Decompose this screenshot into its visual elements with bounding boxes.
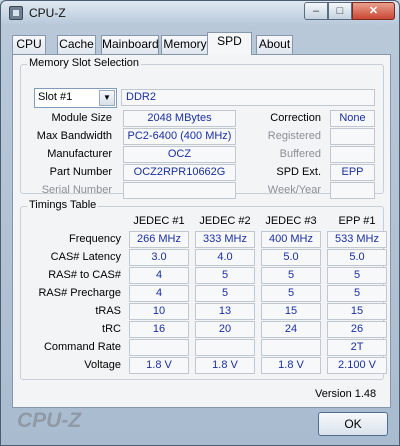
timing-value-cell: 400 MHz	[261, 231, 321, 248]
timing-value-cell: 4	[129, 267, 189, 284]
week-year-value	[330, 182, 375, 199]
timing-value-cell: 5	[195, 285, 255, 302]
timing-value-cell: 4.0	[195, 249, 255, 266]
module-size-label: Module Size	[51, 112, 112, 124]
memory-slot-legend: Memory Slot Selection	[27, 57, 142, 69]
timing-value-cell: 24	[261, 321, 321, 338]
maximize-button[interactable]: □	[328, 2, 352, 20]
timing-row-label: Command Rate	[43, 341, 121, 353]
timing-row-label: Frequency	[69, 233, 121, 245]
memory-slot-group: Memory Slot Selection Slot #1 ▼ DDR2 Mod…	[20, 57, 384, 199]
memory-type-value: DDR2	[121, 89, 375, 106]
registered-value	[330, 128, 375, 145]
timing-row-label: RAS# to CAS#	[48, 269, 121, 281]
part-number-label: Part Number	[49, 166, 112, 178]
module-size-value: 2048 MBytes	[123, 110, 236, 127]
buffered-value	[330, 146, 375, 163]
timing-value-cell: 2.100 V	[327, 357, 387, 374]
registered-label: Registered	[267, 130, 321, 142]
timing-value-cell: 5	[327, 285, 387, 302]
version-label: Version 1.48	[315, 388, 377, 400]
timing-value-cell: 15	[261, 303, 321, 320]
timing-value-cell: 5	[261, 285, 321, 302]
cpuz-window: CPU-Z – □ ✕ CPU Cache Mainboard Memory S…	[0, 0, 400, 446]
tab-cache[interactable]: Cache	[57, 35, 96, 54]
timing-value-cell: 5.0	[327, 249, 387, 266]
timing-value-cell: 26	[327, 321, 387, 338]
timing-value-cell: 5	[195, 267, 255, 284]
slot-select-value: Slot #1	[38, 91, 73, 103]
tab-mainboard[interactable]: Mainboard	[101, 35, 159, 54]
timings-column-header: JEDEC #1	[133, 215, 185, 227]
timing-value-cell: 2T	[327, 339, 387, 356]
timing-value-cell: 4	[129, 285, 189, 302]
tab-about[interactable]: About	[256, 35, 293, 54]
timings-column-header: EPP #1	[338, 215, 376, 227]
minimize-button[interactable]: –	[304, 2, 328, 20]
correction-value: None	[330, 110, 375, 127]
part-number-value: OCZ2RPR10662G	[123, 164, 236, 181]
serial-number-value	[123, 182, 236, 199]
serial-number-label: Serial Number	[41, 184, 112, 196]
spd-ext-value: EPP	[330, 164, 375, 181]
timing-row-label: tRC	[102, 323, 121, 335]
timing-value-cell	[261, 339, 321, 356]
slot-select[interactable]: Slot #1 ▼	[34, 88, 117, 108]
max-bandwidth-label: Max Bandwidth	[36, 130, 112, 142]
max-bandwidth-value: PC2-6400 (400 MHz)	[123, 128, 236, 145]
window-title: CPU-Z	[29, 6, 66, 20]
cpuz-brand-logo: CPU-Z	[17, 409, 82, 432]
timing-value-cell: 20	[195, 321, 255, 338]
chevron-down-icon[interactable]: ▼	[99, 90, 115, 106]
timing-value-cell: 13	[195, 303, 255, 320]
timing-value-cell: 15	[327, 303, 387, 320]
close-button[interactable]: ✕	[352, 2, 395, 20]
title-bar[interactable]: CPU-Z – □ ✕	[1, 1, 399, 25]
timing-value-cell: 16	[129, 321, 189, 338]
timing-value-cell: 1.8 V	[195, 357, 255, 374]
spd-panel: Memory Slot Selection Slot #1 ▼ DDR2 Mod…	[12, 54, 391, 408]
ok-button[interactable]: OK	[318, 412, 388, 436]
timing-value-cell: 533 MHz	[327, 231, 387, 248]
timings-table-group: Timings Table JEDEC #1 JEDEC #2 JEDEC #3…	[20, 199, 387, 380]
cpuz-app-icon	[9, 6, 23, 20]
buffered-label: Buffered	[279, 148, 321, 160]
manufacturer-label: Manufacturer	[47, 148, 112, 160]
tab-cpu[interactable]: CPU	[12, 35, 46, 54]
timing-row-label: Voltage	[84, 359, 121, 371]
timings-table-legend: Timings Table	[27, 199, 99, 211]
timing-row-label: RAS# Precharge	[38, 287, 121, 299]
timing-value-cell: 10	[129, 303, 189, 320]
correction-label: Correction	[270, 112, 321, 124]
timing-value-cell: 5	[261, 267, 321, 284]
timing-value-cell: 333 MHz	[195, 231, 255, 248]
timing-value-cell	[195, 339, 255, 356]
timing-row-label: tRAS	[95, 305, 121, 317]
timings-column-header: JEDEC #2	[199, 215, 251, 227]
timing-value-cell: 1.8 V	[261, 357, 321, 374]
tab-memory[interactable]: Memory	[161, 35, 209, 54]
timings-column-header: JEDEC #3	[265, 215, 317, 227]
timing-value-cell: 5.0	[261, 249, 321, 266]
timing-value-cell: 5	[327, 267, 387, 284]
timing-value-cell	[129, 339, 189, 356]
timing-value-cell: 1.8 V	[129, 357, 189, 374]
tab-spd[interactable]: SPD	[207, 32, 252, 55]
week-year-label: Week/Year	[267, 184, 321, 196]
spd-ext-label: SPD Ext.	[276, 166, 321, 178]
timing-row-label: CAS# Latency	[50, 251, 121, 263]
timing-value-cell: 266 MHz	[129, 231, 189, 248]
manufacturer-value: OCZ	[123, 146, 236, 163]
timing-value-cell: 3.0	[129, 249, 189, 266]
